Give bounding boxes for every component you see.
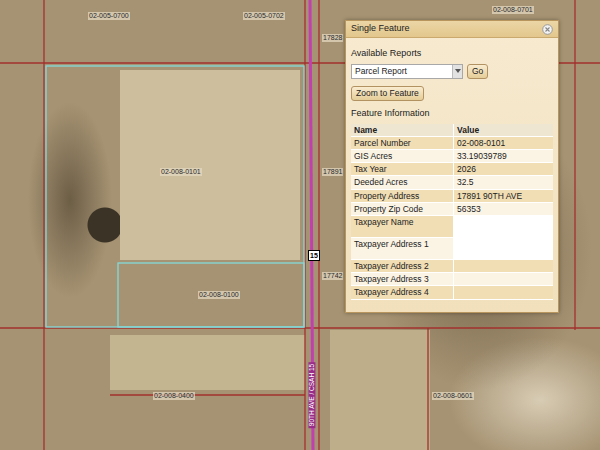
field-name: Taxpayer Name [351,216,453,237]
field-value [453,286,553,298]
feature-popup: Single Feature Available Reports Parcel Re… [345,20,559,313]
field-value: 32.5 [453,176,553,188]
popup-title-bar: Single Feature [346,21,558,38]
go-button[interactable]: Go [467,64,488,79]
redacted-value [457,241,550,257]
popup-body: Available Reports Parcel Report Go Zoom to … [346,38,558,312]
route-shield[interactable]: 15 [308,250,320,261]
parcel-label[interactable]: 17742 [322,272,343,280]
field-name: Taxpayer Address 4 [351,286,453,298]
parcel-label[interactable]: 17891 [322,168,343,176]
table-row[interactable]: Deeded Acres32.5 [351,176,553,189]
field-value: 33.19039789 [453,150,553,162]
redacted-value [457,219,550,235]
field-name: Taxpayer Address 3 [351,273,453,285]
table-row[interactable]: GIS Acres33.19039789 [351,150,553,163]
zoom-button[interactable]: Zoom to Feature [351,86,424,101]
map-view[interactable]: 02-005-0700 02-005-0702 17828 02-008-0101 17… [0,0,600,450]
parcel-label[interactable]: 02-008-0701 [492,6,534,14]
section-title: Feature Information [351,107,553,121]
parcel-label[interactable]: 02-005-0700 [88,12,130,20]
reports-label: Available Reports [351,43,553,61]
parcel-label[interactable]: 02-008-0101 [160,168,202,176]
table-row[interactable]: Taxpayer Name [351,216,553,238]
table-row[interactable]: Tax Year2026 [351,163,553,176]
feature-table: NameValueParcel Number02-008-0101GIS Acr… [351,124,553,300]
field-name: Parcel Number [351,137,453,149]
field-name: Taxpayer Address 1 [351,238,453,259]
field-name: Deeded Acres [351,176,453,188]
report-select[interactable]: Parcel Report [351,64,463,79]
field-name: Property Address [351,190,453,202]
report-select-value: Parcel Report [355,65,407,78]
field-value: 02-008-0101 [453,137,553,149]
field-value [453,238,553,259]
column-header: Name [351,124,453,136]
parcel-label[interactable]: 02-008-0100 [198,291,240,299]
field-value: 2026 [453,163,553,175]
parcel-label[interactable]: 02-005-0702 [243,12,285,20]
parcel-label[interactable]: 02-008-0400 [153,392,195,400]
field-name: GIS Acres [351,150,453,162]
popup-title: Single Feature [351,22,410,36]
field-name: Taxpayer Address 2 [351,260,453,272]
dropdown-arrow-icon[interactable] [452,65,462,78]
column-header: Value [453,124,553,136]
field-name: Property Zip Code [351,203,453,215]
field-name: Tax Year [351,163,453,175]
table-row[interactable]: Taxpayer Address 2 [351,260,553,273]
table-row[interactable]: Property Address17891 90TH AVE [351,190,553,203]
table-header: NameValue [351,124,553,137]
field-value [453,260,553,272]
field-value [453,216,553,237]
table-row[interactable]: Taxpayer Address 1 [351,238,553,260]
field-value: 17891 90TH AVE [453,190,553,202]
table-row[interactable]: Property Zip Code56353 [351,203,553,216]
road-label[interactable]: 90TH AVE / CSAH 15 [308,362,315,428]
parcel-label[interactable]: 17828 [322,34,343,42]
field-value: 56353 [453,203,553,215]
table-row[interactable]: Taxpayer Address 4 [351,286,553,299]
parcel-label[interactable]: 02-008-0601 [432,392,474,400]
close-icon[interactable] [542,24,553,35]
table-row[interactable]: Parcel Number02-008-0101 [351,137,553,150]
table-row[interactable]: Taxpayer Address 3 [351,273,553,286]
zoom-row: Zoom to Feature [351,82,553,101]
reports-row: Parcel Report Go [351,64,553,79]
field-value [453,273,553,285]
